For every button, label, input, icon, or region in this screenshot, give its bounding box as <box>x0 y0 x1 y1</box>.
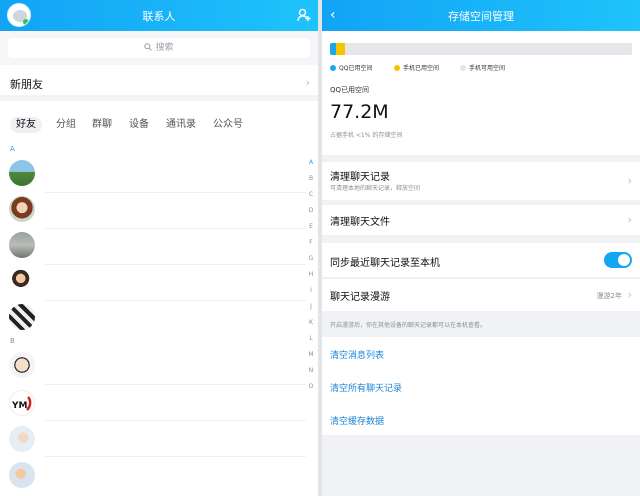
tab-devices[interactable]: 设备 <box>129 117 149 133</box>
friend-avatar[interactable] <box>9 304 35 330</box>
screenshot-root: 联系人 搜索 新朋友 › 好友 分组 群聊 设备 通讯录 公众号 A B YM … <box>0 0 640 496</box>
tab-groups[interactable]: 分组 <box>56 117 76 133</box>
svg-text:YM: YM <box>11 401 28 411</box>
list-divider <box>44 420 306 421</box>
sync-recent-row: 同步最近聊天记录至本机 <box>322 243 640 278</box>
storage-summary: QQ已用空间 手机已用空间 手机可用空间 QQ已用空间 77.2M 占据手机 <… <box>322 31 640 155</box>
tab-official-accounts[interactable]: 公众号 <box>213 117 243 133</box>
row-title: 同步最近聊天记录至本机 <box>330 258 440 269</box>
actions-card: 清空消息列表 清空所有聊天记录 清空缓存数据 <box>322 337 640 435</box>
storage-usage-bar <box>330 43 632 55</box>
list-divider <box>44 192 306 193</box>
tab-friends[interactable]: 好友 <box>10 117 42 133</box>
roaming-value: 漫游2年 <box>596 292 622 300</box>
new-friends-label: 新朋友 <box>10 78 43 91</box>
storage-header: ‹ 存储空间管理 <box>322 0 640 31</box>
chevron-right-icon: › <box>627 174 632 187</box>
index-letter[interactable]: N <box>306 367 316 374</box>
index-letter[interactable]: K <box>306 319 316 326</box>
contacts-header: 联系人 <box>0 0 318 31</box>
qq-used-value: 77.2M <box>330 101 389 123</box>
contacts-screen: 联系人 搜索 新朋友 › 好友 分组 群聊 设备 通讯录 公众号 A B YM … <box>0 0 318 496</box>
sync-recent-toggle[interactable] <box>604 252 632 268</box>
search-icon <box>144 43 153 51</box>
legend-qq: QQ已用空间 <box>330 63 372 72</box>
roaming-note: 开启漫游后，你在其他设备的聊天记录都可以在本机查看。 <box>330 322 487 329</box>
phone-used-segment <box>336 43 345 55</box>
legend-phone-used: 手机已用空间 <box>394 63 439 72</box>
row-subtitle: 可清理本地的聊天记录，释放空间 <box>330 185 421 192</box>
legend-label: 手机已用空间 <box>403 65 440 72</box>
index-letter[interactable]: J <box>306 303 316 310</box>
tab-group-chats[interactable]: 群聊 <box>92 117 112 133</box>
list-divider <box>44 264 306 265</box>
chevron-right-icon: › <box>305 76 310 89</box>
index-letter[interactable]: H <box>306 271 316 278</box>
index-letter[interactable]: I <box>306 287 316 294</box>
index-letter[interactable]: O <box>306 383 316 390</box>
chevron-right-icon: › <box>627 288 632 301</box>
empty-area <box>322 435 640 496</box>
clear-message-list-button[interactable]: 清空消息列表 <box>330 348 384 361</box>
friend-avatar[interactable] <box>9 160 35 186</box>
list-divider <box>44 384 306 385</box>
roaming-row[interactable]: 聊天记录漫游 漫游2年 › <box>322 279 640 311</box>
index-letter[interactable]: D <box>306 207 316 214</box>
row-title: 清理聊天记录 <box>330 172 390 183</box>
section-header-a: A <box>10 145 15 153</box>
legend-dot-phone-free <box>460 65 466 71</box>
chevron-right-icon: › <box>627 213 632 226</box>
search-placeholder: 搜索 <box>155 43 174 53</box>
legend-dot-phone-used <box>394 65 400 71</box>
clear-cache-button[interactable]: 清空缓存数据 <box>330 414 384 427</box>
index-letter[interactable]: F <box>306 239 316 246</box>
index-letter[interactable]: L <box>306 335 316 342</box>
index-letter[interactable]: G <box>306 255 316 262</box>
contact-tabs: 好友 分组 群聊 设备 通讯录 公众号 <box>0 107 318 141</box>
page-title: 联系人 <box>142 10 176 23</box>
index-letter[interactable]: M <box>306 351 316 358</box>
new-friends-row[interactable]: 新朋友 › <box>0 65 318 101</box>
legend-phone-free: 手机可用空间 <box>460 63 505 72</box>
logo-icon: YM <box>11 396 32 411</box>
toggle-knob <box>618 254 630 266</box>
index-letter[interactable]: E <box>306 223 316 230</box>
page-title: 存储空间管理 <box>448 10 514 23</box>
storage-screen: ‹ 存储空间管理 QQ已用空间 手机已用空间 手机可用空间 QQ已用空间 77.… <box>322 0 640 496</box>
index-letter[interactable]: B <box>306 175 316 182</box>
friend-avatar[interactable] <box>9 268 35 294</box>
list-divider <box>44 228 306 229</box>
search-area: 搜索 <box>0 31 318 65</box>
tab-address-book[interactable]: 通讯录 <box>166 117 196 133</box>
friend-avatar[interactable] <box>9 232 35 258</box>
clear-all-chat-records-button[interactable]: 清空所有聊天记录 <box>330 381 402 394</box>
legend-label: QQ已用空间 <box>339 65 373 72</box>
qq-used-note: 占据手机 <1% 的存储空间 <box>330 132 403 139</box>
index-letter[interactable]: C <box>306 191 316 198</box>
legend-label: 手机可用空间 <box>469 65 506 72</box>
friend-avatar[interactable]: YM <box>9 390 35 416</box>
legend-dot-qq <box>330 65 336 71</box>
friend-avatar[interactable] <box>9 352 35 378</box>
add-friend-icon[interactable] <box>297 8 311 22</box>
list-divider <box>44 300 306 301</box>
qq-used-label: QQ已用空间 <box>330 86 370 94</box>
clear-chat-files-row[interactable]: 清理聊天文件 › <box>322 205 640 235</box>
clear-chat-records-row[interactable]: 清理聊天记录 可清理本地的聊天记录，释放空间 › <box>322 162 640 200</box>
friend-avatar[interactable] <box>9 462 35 488</box>
friend-avatar[interactable] <box>9 196 35 222</box>
list-divider <box>44 456 306 457</box>
index-letter[interactable]: A <box>306 159 316 166</box>
search-input[interactable]: 搜索 <box>8 38 310 58</box>
friend-avatar[interactable] <box>9 426 35 452</box>
row-title: 清理聊天文件 <box>330 217 390 228</box>
row-title: 聊天记录漫游 <box>330 292 390 303</box>
section-header-b: B <box>10 337 15 345</box>
